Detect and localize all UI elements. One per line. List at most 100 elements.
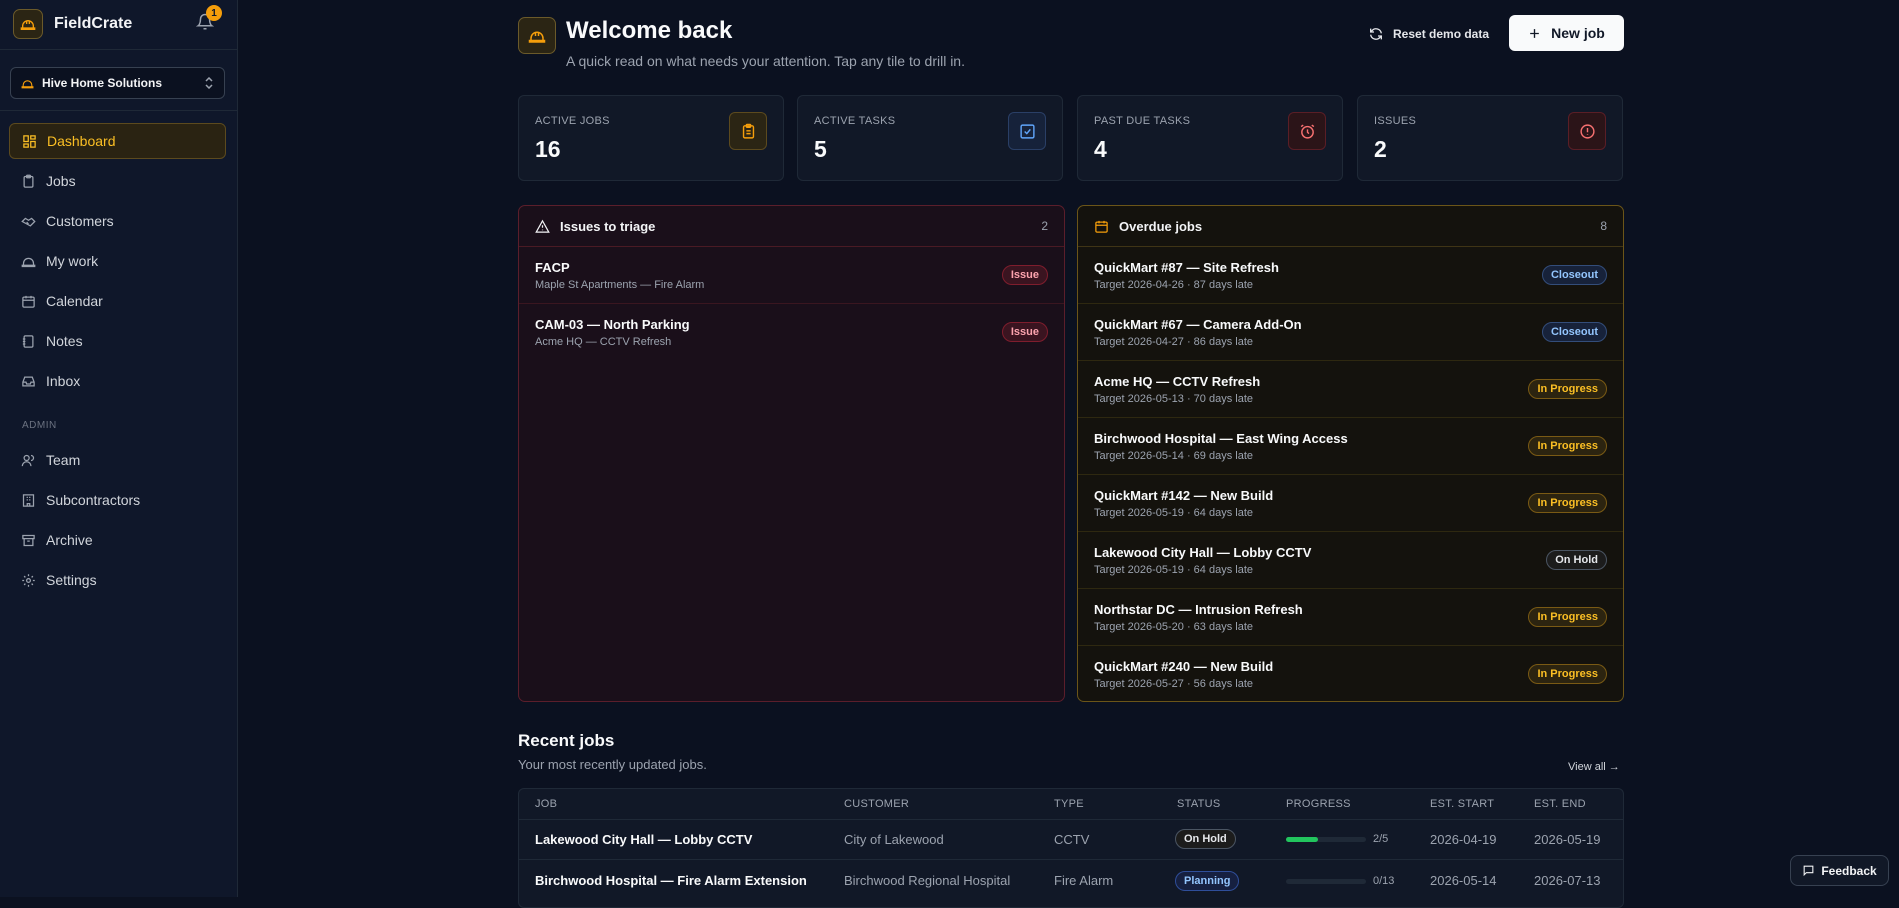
sidebar-item-settings[interactable]: Settings	[9, 562, 226, 598]
sidebar-item-label: My work	[46, 253, 99, 269]
overdue-job-row[interactable]: Northstar DC — Intrusion Refresh Target …	[1078, 589, 1623, 646]
kpi-label: ISSUES	[1374, 115, 1417, 127]
sidebar-item-label: Calendar	[46, 293, 103, 309]
job-title: Acme HQ — CCTV Refresh	[1094, 374, 1261, 389]
job-title: Northstar DC — Intrusion Refresh	[1094, 602, 1303, 617]
column-header[interactable]: PROGRESS	[1286, 798, 1351, 810]
table-cell-type: CCTV	[1054, 832, 1090, 847]
sidebar: FieldCrate 1 Hive Home Solutions Dashboa…	[0, 0, 238, 897]
handshake-icon	[21, 217, 36, 227]
brand[interactable]: FieldCrate	[13, 8, 132, 40]
issues-panel: Issues to triage 2 FACP Maple St Apartme…	[518, 205, 1065, 702]
refresh-icon	[1370, 28, 1382, 40]
table-cell-type: Fire Alarm	[1054, 873, 1114, 888]
check-square-icon	[1008, 112, 1046, 150]
sidebar-item-customers[interactable]: Customers	[9, 203, 226, 239]
issues-panel-header[interactable]: Issues to triage 2	[519, 206, 1064, 247]
table-cell-end: 2026-07-13	[1534, 873, 1601, 888]
status-badge: Planning	[1175, 871, 1240, 891]
sidebar-item-label: Inbox	[46, 373, 81, 389]
gear-icon	[22, 573, 35, 587]
issues-panel-title: Issues to triage	[560, 218, 656, 234]
issue-title: FACP	[535, 260, 570, 275]
sidebar-item-dashboard[interactable]: Dashboard	[9, 123, 226, 159]
overdue-job-row[interactable]: QuickMart #142 — New Build Target 2026-0…	[1078, 475, 1623, 532]
sidebar-item-calendar[interactable]: Calendar	[9, 283, 226, 319]
sidebar-item-my-work[interactable]: My work	[9, 243, 226, 279]
status-badge: Issue	[1001, 322, 1048, 342]
kpi-issues[interactable]: ISSUES 2	[1357, 95, 1623, 181]
overdue-job-row[interactable]: QuickMart #87 — Site Refresh Target 2026…	[1078, 247, 1623, 304]
job-target: Target 2026-04-26 · 87 days late	[1094, 279, 1253, 291]
notification-badge: 1	[206, 5, 222, 21]
status-badge: On Hold	[1546, 550, 1607, 570]
progress-bar	[1286, 879, 1366, 884]
overdue-panel-header[interactable]: Overdue jobs 8	[1078, 206, 1623, 247]
status-badge: In Progress	[1528, 436, 1607, 456]
kpi-label: ACTIVE JOBS	[535, 115, 610, 127]
progress-text: 2/5	[1373, 833, 1389, 845]
progress-fill	[1286, 837, 1318, 842]
sidebar-item-jobs[interactable]: Jobs	[9, 163, 226, 199]
alert-circle-icon	[1568, 112, 1606, 150]
issue-row[interactable]: CAM-03 — North Parking Acme HQ — CCTV Re…	[519, 304, 1064, 361]
dashboard-icon	[23, 134, 36, 148]
new-job-label: New job	[1551, 25, 1605, 41]
issue-title: CAM-03 — North Parking	[535, 317, 690, 332]
sidebar-item-inbox[interactable]: Inbox	[9, 363, 226, 399]
job-title: QuickMart #142 — New Build	[1094, 488, 1274, 503]
column-header[interactable]: CUSTOMER	[844, 798, 909, 810]
status-badge: In Progress	[1528, 379, 1607, 399]
column-header[interactable]: JOB	[535, 798, 557, 810]
reset-demo-button[interactable]: Reset demo data	[1368, 23, 1489, 45]
overdue-job-row[interactable]: Birchwood Hospital — East Wing Access Ta…	[1078, 418, 1623, 475]
kpi-label: PAST DUE TASKS	[1094, 115, 1191, 127]
table-cell-job[interactable]: Birchwood Hospital — Fire Alarm Extensio…	[535, 873, 807, 888]
column-header[interactable]: STATUS	[1177, 798, 1221, 810]
column-header[interactable]: EST. END	[1534, 798, 1586, 810]
table-cell-start: 2026-04-19	[1430, 832, 1497, 847]
reset-demo-label: Reset demo data	[1393, 27, 1490, 41]
notebook-icon	[22, 334, 34, 348]
overdue-job-row[interactable]: Lakewood City Hall — Lobby CCTV Target 2…	[1078, 532, 1623, 589]
overdue-job-row[interactable]: QuickMart #67 — Camera Add-On Target 202…	[1078, 304, 1623, 361]
table-cell-job[interactable]: Lakewood City Hall — Lobby CCTV	[535, 832, 752, 847]
job-title: Lakewood City Hall — Lobby CCTV	[1094, 545, 1312, 560]
issue-row[interactable]: FACP Maple St Apartments — Fire Alarm Is…	[519, 247, 1064, 304]
job-target: Target 2026-05-14 · 69 days late	[1094, 450, 1253, 462]
column-header[interactable]: EST. START	[1430, 798, 1494, 810]
sidebar-item-archive[interactable]: Archive	[9, 522, 226, 558]
table-cell-start: 2026-05-14	[1430, 873, 1497, 888]
building-icon	[21, 79, 34, 88]
job-target: Target 2026-05-13 · 70 days late	[1094, 393, 1253, 405]
calendar-icon	[1095, 220, 1108, 233]
status-badge: In Progress	[1528, 664, 1607, 684]
view-all-link[interactable]: View all →	[1568, 761, 1620, 773]
feedback-button[interactable]: Feedback	[1790, 855, 1889, 886]
alarm-icon	[1288, 112, 1326, 150]
new-job-button[interactable]: New job	[1509, 15, 1624, 51]
issues-count: 2	[1041, 219, 1048, 233]
kpi-active-jobs[interactable]: ACTIVE JOBS 16	[518, 95, 784, 181]
divider	[0, 110, 238, 111]
sidebar-item-label: Customers	[46, 213, 114, 229]
overdue-job-row[interactable]: Acme HQ — CCTV Refresh Target 2026-05-13…	[1078, 361, 1623, 418]
sidebar-item-team[interactable]: Team	[9, 442, 226, 478]
overdue-job-row[interactable]: QuickMart #240 — New Build Target 2026-0…	[1078, 646, 1623, 701]
kpi-past-due-tasks[interactable]: PAST DUE TASKS 4	[1077, 95, 1343, 181]
overdue-jobs-panel: Overdue jobs 8 QuickMart #87 — Site Refr…	[1077, 205, 1624, 702]
overdue-panel-title: Overdue jobs	[1119, 218, 1203, 234]
column-header[interactable]: TYPE	[1054, 798, 1084, 810]
status-badge: In Progress	[1528, 493, 1607, 513]
job-target: Target 2026-05-19 · 64 days late	[1094, 564, 1253, 576]
org-switcher[interactable]: Hive Home Solutions	[10, 67, 225, 99]
table-cell-customer: Birchwood Regional Hospital	[844, 873, 1011, 888]
kpi-active-tasks[interactable]: ACTIVE TASKS 5	[797, 95, 1063, 181]
job-title: Birchwood Hospital — East Wing Access	[1094, 431, 1348, 446]
sidebar-item-subcontractors[interactable]: Subcontractors	[9, 482, 226, 518]
sidebar-item-label: Notes	[46, 333, 83, 349]
issue-subtitle: Acme HQ — CCTV Refresh	[535, 336, 672, 348]
progress-bar	[1286, 837, 1366, 842]
sidebar-item-notes[interactable]: Notes	[9, 323, 226, 359]
job-target: Target 2026-05-27 · 56 days late	[1094, 678, 1253, 690]
